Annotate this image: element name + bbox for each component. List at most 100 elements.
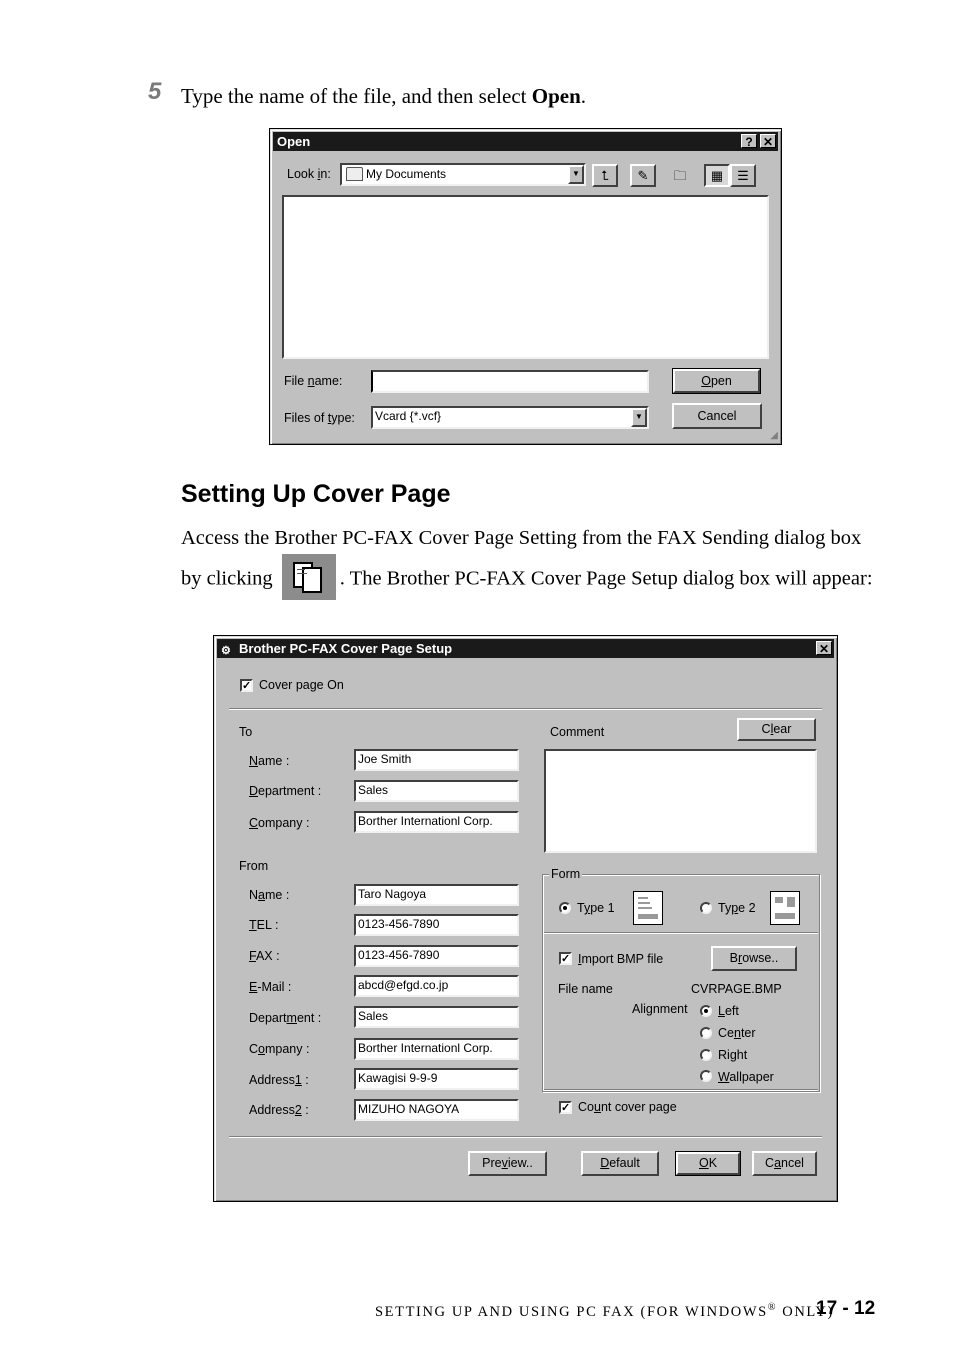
- divider: [229, 708, 822, 710]
- cover-page-dialog: ⚙ Brother PC-FAX Cover Page Setup ✕ ✓ Co…: [213, 635, 838, 1202]
- form-divider: [544, 932, 818, 934]
- file-name-label: File name: [558, 982, 613, 996]
- from-address2-input[interactable]: MIZUHO NAGOYA: [354, 1099, 519, 1121]
- step-text-end: .: [580, 84, 586, 108]
- comment-textarea[interactable]: [544, 749, 817, 853]
- file-name-input[interactable]: [371, 370, 649, 393]
- to-department-input[interactable]: Sales: [354, 780, 519, 802]
- from-company-label: Company :: [249, 1042, 310, 1056]
- from-email-input[interactable]: abcd@efgd.co.jp: [354, 975, 519, 997]
- new-folder-icon[interactable]: 🗀: [667, 164, 693, 187]
- bottom-divider: [229, 1136, 822, 1138]
- step-number: 5: [148, 78, 162, 105]
- section-heading: Setting Up Cover Page: [181, 480, 451, 508]
- close-button[interactable]: ✕: [760, 134, 776, 149]
- ok-button[interactable]: OK: [675, 1151, 741, 1176]
- from-address1-input[interactable]: Kawagisi 9-9-9: [354, 1068, 519, 1090]
- cancel-button[interactable]: Cancel: [672, 403, 762, 429]
- files-of-type-value: Vcard {*.vcf}: [375, 409, 442, 423]
- alignment-label: Alignment: [632, 1002, 688, 1016]
- from-department-label: Department :: [249, 1011, 322, 1025]
- resize-grip-icon[interactable]: ◢: [770, 430, 778, 441]
- type2-label: Type 2: [718, 901, 756, 915]
- cancel-button[interactable]: Cancel: [752, 1151, 817, 1176]
- comment-label: Comment: [550, 725, 605, 739]
- step-text-bold: Open: [531, 84, 581, 108]
- from-fax-label: FAX :: [249, 949, 280, 963]
- from-address1-label: Address1 :: [249, 1073, 309, 1087]
- file-list[interactable]: [282, 195, 769, 359]
- align-wallpaper-radio[interactable]: [700, 1070, 712, 1082]
- section-paragraph: Access the Brother PC-FAX Cover Page Set…: [181, 520, 881, 603]
- import-bmp-checkbox[interactable]: ✓: [559, 952, 572, 965]
- chevron-down-icon[interactable]: ▼: [631, 408, 647, 427]
- open-dialog: Open ? ✕ Look in: My Documents ▼ ⮤ ✎ 🗀 ▦…: [269, 128, 782, 445]
- from-tel-input[interactable]: 0123-456-7890: [354, 914, 519, 936]
- file-name-label: File name:: [284, 374, 343, 388]
- from-fax-input[interactable]: 0123-456-7890: [354, 945, 519, 967]
- from-heading: From: [239, 859, 269, 873]
- type1-preview-icon: [633, 891, 663, 925]
- up-one-level-icon[interactable]: ⮤: [592, 164, 618, 187]
- count-cover-page-label: Count cover page: [578, 1100, 677, 1114]
- type1-radio[interactable]: [559, 902, 571, 914]
- preview-button[interactable]: Preview..: [468, 1151, 547, 1176]
- app-icon: ⚙: [221, 645, 231, 657]
- to-company-label: Company :: [249, 816, 310, 830]
- clear-button[interactable]: Clear: [737, 718, 816, 741]
- cover-dialog-titlebar: ⚙ Brother PC-FAX Cover Page Setup ✕: [217, 639, 834, 658]
- from-tel-label: TEL :: [249, 918, 279, 932]
- open-dialog-title: Open: [277, 134, 311, 149]
- cover-page-on-label: Cover page On: [259, 678, 344, 692]
- align-center-radio[interactable]: [700, 1027, 712, 1039]
- files-of-type-label: Files of type:: [284, 411, 355, 425]
- browse-button[interactable]: Browse..: [711, 946, 797, 971]
- files-of-type-select[interactable]: Vcard {*.vcf} ▼: [371, 406, 649, 429]
- look-in-select[interactable]: My Documents ▼: [340, 163, 586, 186]
- cover-page-on-checkbox[interactable]: ✓: [240, 679, 253, 692]
- cover-dialog-title: Brother PC-FAX Cover Page Setup: [239, 641, 453, 656]
- align-right-label: Right: [718, 1048, 748, 1062]
- help-button[interactable]: ?: [741, 134, 757, 149]
- import-bmp-label: Import BMP file: [578, 952, 664, 966]
- align-center-label: Center: [718, 1026, 756, 1040]
- default-button[interactable]: Default: [581, 1151, 659, 1176]
- close-button[interactable]: ✕: [816, 641, 832, 656]
- to-heading: To: [239, 725, 253, 739]
- from-department-input[interactable]: Sales: [354, 1006, 519, 1028]
- to-department-label: Department :: [249, 784, 322, 798]
- to-company-input[interactable]: Borther Internationl Corp.: [354, 811, 519, 833]
- to-name-input[interactable]: Joe Smith: [354, 749, 519, 771]
- details-view-icon[interactable]: ☰: [730, 164, 756, 187]
- from-email-label: E-Mail :: [249, 980, 292, 994]
- type1-label: Type 1: [577, 901, 615, 915]
- chevron-down-icon[interactable]: ▼: [568, 165, 584, 184]
- page-number: 17 - 12: [816, 1298, 876, 1319]
- type2-preview-icon: [770, 891, 800, 925]
- cover-page-icon: [281, 554, 336, 600]
- align-right-radio[interactable]: [700, 1049, 712, 1061]
- favorites-icon[interactable]: ✎: [630, 164, 656, 187]
- from-name-input[interactable]: Taro Nagoya: [354, 884, 519, 906]
- registered-mark: ®: [767, 1302, 778, 1313]
- count-divider: [544, 1089, 818, 1091]
- step-instruction: Type the name of the file, and then sele…: [181, 84, 586, 109]
- file-name-value: CVRPAGE.BMP: [691, 982, 782, 996]
- from-name-label: Name :: [249, 888, 290, 902]
- align-wallpaper-label: Wallpaper: [718, 1070, 774, 1084]
- align-left-label: Left: [718, 1004, 739, 1018]
- step-text: Type the name of the file, and then sele…: [181, 84, 532, 108]
- from-company-input[interactable]: Borther Internationl Corp.: [354, 1038, 519, 1060]
- open-dialog-titlebar: Open ? ✕: [273, 132, 778, 151]
- type2-radio[interactable]: [700, 902, 712, 914]
- list-view-icon[interactable]: ▦: [704, 164, 730, 187]
- look-in-value: My Documents: [366, 167, 447, 181]
- open-button[interactable]: Open: [672, 368, 761, 394]
- to-name-label: Name :: [249, 754, 290, 768]
- form-legend: Form: [549, 867, 583, 881]
- footer-title: SETTING UP AND USING PC FAX (FOR WINDOWS: [375, 1303, 768, 1320]
- paragraph-text-2: . The Brother PC-FAX Cover Page Setup di…: [339, 567, 873, 590]
- align-left-radio[interactable]: [700, 1005, 712, 1017]
- count-cover-page-checkbox[interactable]: ✓: [559, 1101, 572, 1114]
- running-footer: SETTING UP AND USING PC FAX (FOR WINDOWS…: [375, 1302, 834, 1321]
